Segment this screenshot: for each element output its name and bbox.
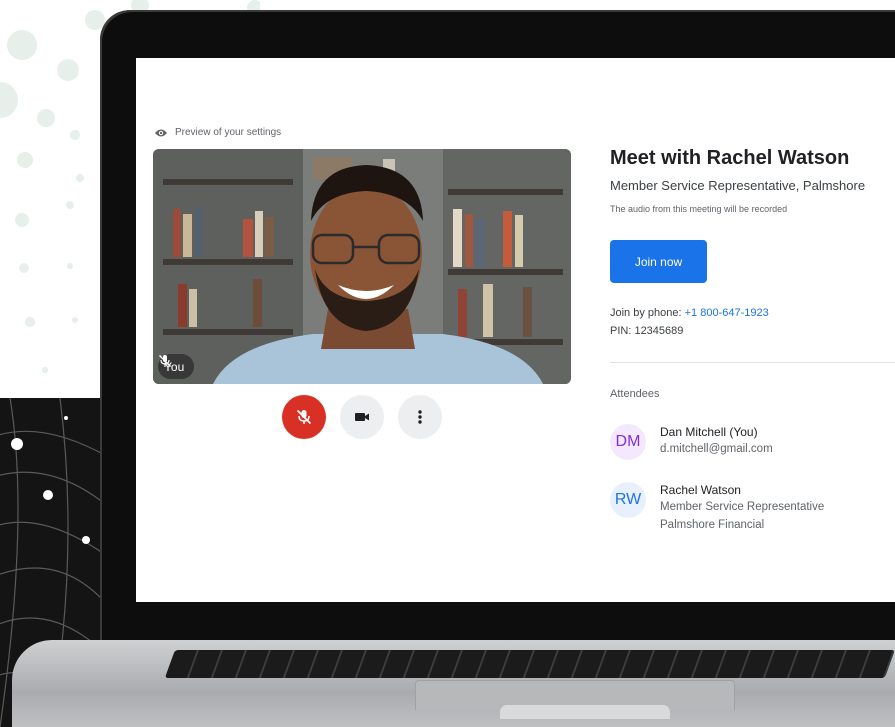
- phone-number-link[interactable]: +1 800-647-1923: [685, 307, 769, 319]
- self-label-chip: You: [158, 354, 195, 379]
- attendee-name: Rachel Watson: [660, 483, 741, 497]
- laptop-notch: [500, 705, 670, 719]
- self-video-preview: You: [153, 149, 571, 384]
- attendee-info: Dan Mitchell (You) d.mitchell@gmail.com: [660, 424, 773, 458]
- meeting-join-screen: Preview of your settings You Meet with R…: [136, 58, 895, 602]
- preview-label: Preview of your settings: [154, 127, 281, 138]
- attendee-email: d.mitchell@gmail.com: [660, 443, 773, 455]
- video-frame: [153, 149, 571, 384]
- meeting-subtitle: Member Service Representative, Palmshore: [610, 178, 866, 193]
- join-by-phone: Join by phone: +1 800-647-1923: [610, 307, 769, 319]
- join-by-phone-label: Join by phone:: [610, 307, 685, 319]
- section-divider: [610, 362, 895, 363]
- meeting-pin: PIN: 12345689: [610, 325, 684, 337]
- attendee-role: Member Service Representative: [660, 501, 825, 513]
- avatar: RW: [610, 482, 646, 518]
- avatar: DM: [610, 424, 646, 460]
- attendee-company: Palmshore Financial: [660, 519, 765, 531]
- preview-label-text: Preview of your settings: [175, 127, 282, 138]
- meeting-title: Meet with Rachel Watson: [610, 147, 850, 169]
- attendee-name: Dan Mitchell (You): [660, 425, 758, 439]
- laptop-keyboard: [164, 650, 895, 678]
- camera-toggle-button[interactable]: [340, 395, 384, 439]
- mic-off-icon: [296, 409, 312, 425]
- more-options-button[interactable]: [398, 395, 442, 439]
- attendee-info: Rachel Watson Member Service Representat…: [660, 482, 824, 534]
- media-controls: [282, 395, 442, 439]
- mic-off-icon: [159, 355, 171, 367]
- video-camera-icon: [355, 413, 369, 421]
- eye-icon: [155, 129, 167, 136]
- attendees-heading: Attendees: [610, 388, 660, 400]
- more-vertical-icon: [418, 410, 422, 424]
- mic-toggle-button[interactable]: [282, 395, 326, 439]
- join-now-button[interactable]: Join now: [610, 240, 707, 283]
- recording-notice: The audio from this meeting will be reco…: [610, 204, 788, 214]
